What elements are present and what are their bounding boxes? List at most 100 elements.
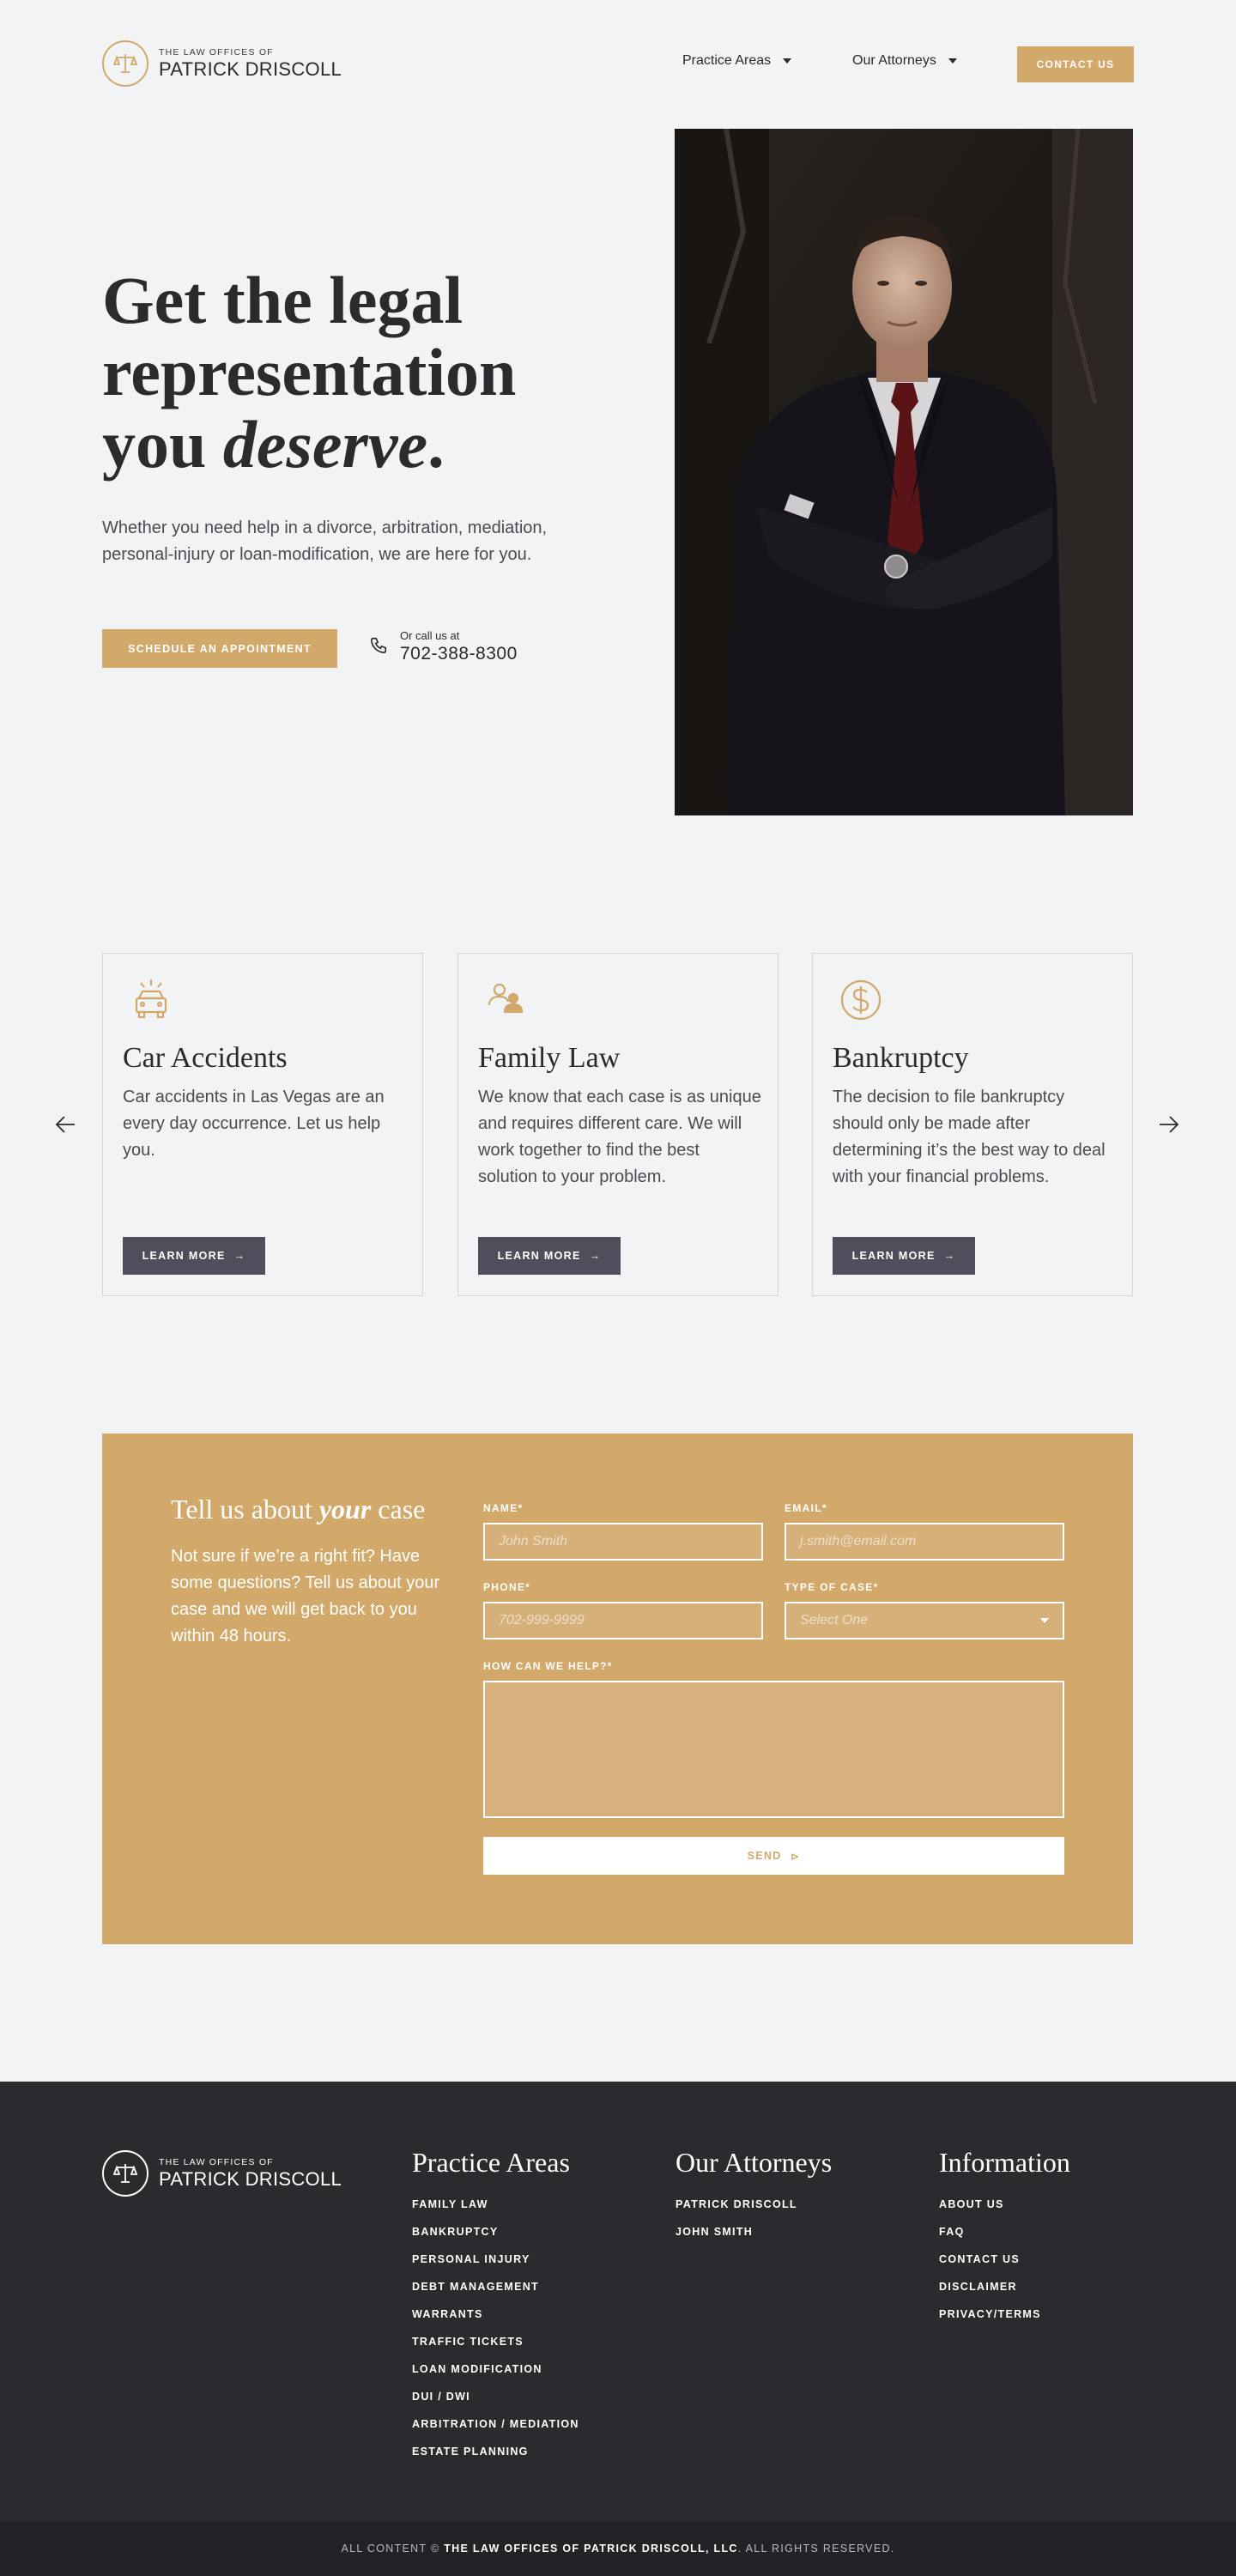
arrow-right-icon: →: [233, 1250, 246, 1262]
email-field[interactable]: j.smith@email.com: [785, 1523, 1064, 1561]
phone-label: PHONE*: [483, 1581, 531, 1593]
footer-practice-areas: Practice Areas FAMILY LAW BANKRUPTCY PER…: [412, 2147, 579, 2465]
phone-icon: [369, 636, 388, 659]
hero-title-line3a: you: [102, 407, 223, 482]
footer-link[interactable]: PATRICK DRISCOLL: [676, 2191, 832, 2218]
footer-link[interactable]: ARBITRATION / MEDIATION: [412, 2410, 579, 2438]
footer-link[interactable]: LOAN MODIFICATION: [412, 2355, 579, 2383]
nav-practice-label: Practice Areas: [682, 53, 772, 68]
learn-more-label: LEARN MORE: [851, 1250, 936, 1262]
call-us[interactable]: Or call us at 702-388-8300: [369, 629, 518, 665]
site-header: THE LAW OFFICES OF PATRICK DRISCOLL Prac…: [0, 0, 1236, 129]
footer-information: Information ABOUT US FAQ CONTACT US DISC…: [939, 2147, 1070, 2328]
phone-number: 702-388-8300: [400, 644, 518, 664]
dollar-icon: [839, 978, 883, 1022]
learn-more-button[interactable]: LEARN MORE →: [123, 1237, 265, 1275]
footer-link[interactable]: DUI / DWI: [412, 2383, 579, 2410]
footer-link[interactable]: DEBT MANAGEMENT: [412, 2273, 579, 2300]
hero-title-line2: representation: [102, 335, 517, 409]
footer-link[interactable]: ESTATE PLANNING: [412, 2438, 579, 2465]
car-icon: [129, 978, 173, 1022]
learn-more-label: LEARN MORE: [142, 1250, 226, 1262]
case-form-panel: Tell us about your case Not sure if we’r…: [102, 1433, 1133, 1944]
email-label: EMAIL*: [785, 1502, 827, 1514]
caret-down-icon: [1040, 1618, 1049, 1623]
footer-info-title: Information: [939, 2147, 1070, 2178]
form-title: Tell us about your case: [171, 1494, 425, 1525]
send-button[interactable]: SEND ⊳: [483, 1837, 1064, 1875]
arrow-right-icon: →: [589, 1250, 602, 1262]
form-title-emphasis: your: [318, 1494, 372, 1524]
nav-practice-areas[interactable]: Practice Areas: [682, 53, 792, 69]
footer-link[interactable]: WARRANTS: [412, 2300, 579, 2328]
hero-title-emphasis: deserve: [222, 407, 428, 482]
nav-our-attorneys[interactable]: Our Attorneys: [852, 53, 957, 69]
carousel-next[interactable]: [1154, 1109, 1184, 1140]
card-body: Car accidents in Las Vegas are an every …: [123, 1088, 385, 1160]
help-label: HOW CAN WE HELP?*: [483, 1660, 613, 1672]
arrow-left-icon: [55, 1116, 75, 1133]
scales-icon: [102, 2150, 148, 2197]
hero-lede: Whether you need help in a divorce, arbi…: [102, 518, 548, 564]
caret-down-icon: [783, 58, 792, 64]
hero-title-period: .: [427, 407, 445, 482]
family-icon: [484, 978, 529, 1022]
nav-attorneys-label: Our Attorneys: [852, 53, 936, 68]
caret-down-icon: [948, 58, 957, 64]
name-field[interactable]: John Smith: [483, 1523, 763, 1561]
form-lede: Not sure if we’re a right fit? Have some…: [171, 1547, 440, 1646]
card-title: Car Accidents: [123, 1042, 288, 1074]
card-body: The decision to file bankruptcy should o…: [833, 1088, 1106, 1186]
send-icon: ⊳: [790, 1850, 801, 1863]
footer-brand-tagline: THE LAW OFFICES OF: [159, 2157, 274, 2167]
copyright-company: THE LAW OFFICES OF PATRICK DRISCOLL, LLC: [444, 2543, 738, 2555]
footer-our-attorneys: Our Attorneys PATRICK DRISCOLL JOHN SMIT…: [676, 2147, 832, 2246]
learn-more-button[interactable]: LEARN MORE →: [833, 1237, 975, 1275]
footer-practice-title: Practice Areas: [412, 2147, 570, 2178]
brand-tagline: THE LAW OFFICES OF: [159, 47, 274, 58]
site-footer: THE LAW OFFICES OF PATRICK DRISCOLL Prac…: [0, 2082, 1236, 2521]
hero-title: Get the legal representation you deserve…: [102, 264, 583, 481]
footer-link[interactable]: FAQ: [939, 2218, 1070, 2246]
practice-card-car-accidents: Car Accidents Car accidents in Las Vegas…: [102, 953, 423, 1296]
footer-link[interactable]: CONTACT US: [939, 2246, 1070, 2273]
arrow-right-icon: →: [943, 1250, 956, 1262]
case-type-value: Select One: [800, 1613, 869, 1627]
footer-link[interactable]: FAMILY LAW: [412, 2191, 579, 2218]
carousel-prev[interactable]: [50, 1109, 81, 1140]
footer-link[interactable]: JOHN SMITH: [676, 2218, 832, 2246]
case-type-select[interactable]: Select One: [785, 1602, 1064, 1640]
form-title-c: case: [371, 1494, 426, 1524]
copyright-suffix: . ALL RIGHTS RESERVED.: [737, 2543, 895, 2555]
learn-more-label: LEARN MORE: [497, 1250, 581, 1262]
help-textarea[interactable]: [483, 1681, 1064, 1818]
form-title-a: Tell us about: [171, 1494, 319, 1524]
footer-logo[interactable]: THE LAW OFFICES OF PATRICK DRISCOLL: [102, 2150, 342, 2197]
attorney-photo: [675, 129, 1133, 815]
practice-card-family-law: Family Law We know that each case is as …: [457, 953, 779, 1296]
scales-icon: [102, 40, 148, 87]
contact-us-button[interactable]: CONTACT US: [1017, 46, 1134, 82]
footer-link[interactable]: PERSONAL INJURY: [412, 2246, 579, 2273]
case-type-label: TYPE OF CASE*: [785, 1581, 879, 1593]
copyright-prefix: ALL CONTENT ©: [341, 2543, 445, 2555]
footer-link[interactable]: ABOUT US: [939, 2191, 1070, 2218]
card-title: Family Law: [478, 1042, 621, 1074]
footer-link[interactable]: PRIVACY/TERMS: [939, 2300, 1070, 2328]
card-body: We know that each case is as unique and …: [478, 1088, 761, 1186]
send-label: SEND: [747, 1850, 782, 1862]
footer-link[interactable]: DISCLAIMER: [939, 2273, 1070, 2300]
brand-logo[interactable]: THE LAW OFFICES OF PATRICK DRISCOLL: [102, 40, 342, 87]
footer-link[interactable]: BANKRUPTCY: [412, 2218, 579, 2246]
phone-field[interactable]: 702-999-9999: [483, 1602, 763, 1640]
footer-attorneys-title: Our Attorneys: [676, 2147, 833, 2178]
footer-link[interactable]: TRAFFIC TICKETS: [412, 2328, 579, 2355]
call-label: Or call us at: [400, 629, 460, 642]
schedule-appointment-button[interactable]: SCHEDULE AN APPOINTMENT: [102, 629, 337, 668]
hero-title-line1: Get the legal: [102, 263, 464, 337]
learn-more-button[interactable]: LEARN MORE →: [478, 1237, 621, 1275]
card-title: Bankruptcy: [833, 1042, 969, 1074]
brand-name: PATRICK DRISCOLL: [159, 58, 342, 80]
practice-card-bankruptcy: Bankruptcy The decision to file bankrupt…: [812, 953, 1133, 1296]
footer-brand-name: PATRICK DRISCOLL: [159, 2168, 342, 2190]
